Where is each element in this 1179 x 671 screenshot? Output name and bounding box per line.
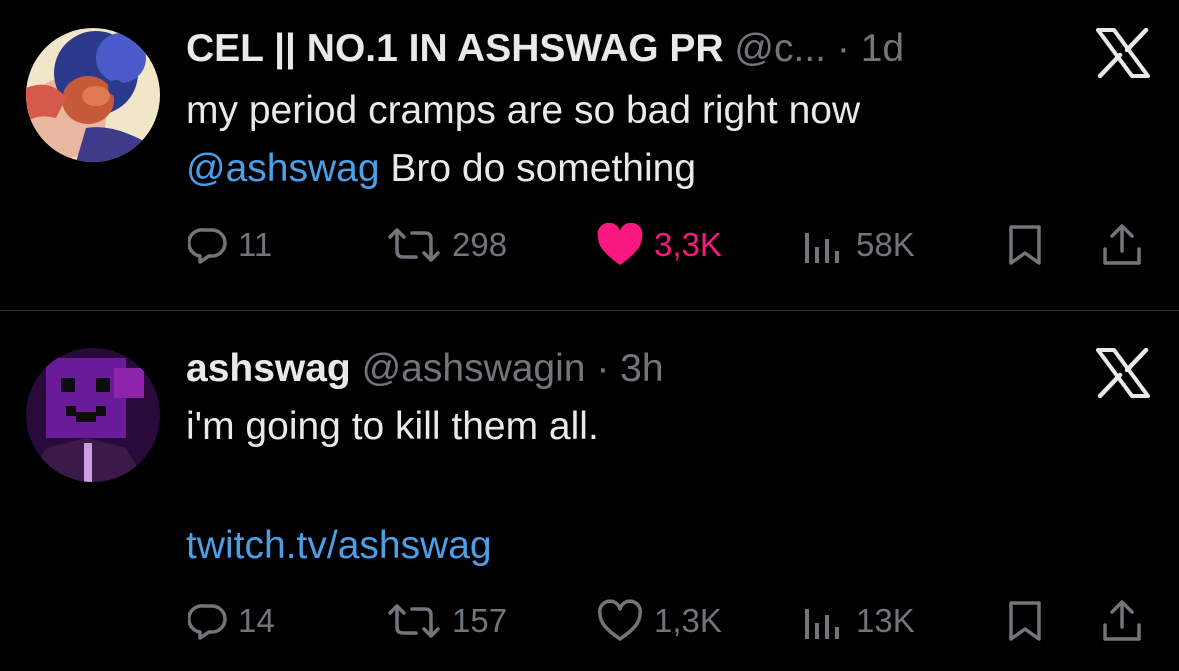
author-avatar[interactable] <box>26 348 160 482</box>
timestamp[interactable]: 3h <box>620 347 663 390</box>
reply-icon <box>188 228 227 264</box>
author-handle[interactable]: @c... <box>734 27 826 70</box>
views-count: 58K <box>856 226 915 263</box>
retweet-icon <box>388 228 440 262</box>
retweet-button[interactable]: 157 <box>386 596 507 646</box>
separator-dot: · <box>596 347 610 390</box>
tweet-text-line: my period cramps are so bad right now <box>186 89 861 132</box>
tweet-actions: 14 157 1,3K 13K <box>0 596 1179 646</box>
like-button[interactable]: 3,3K <box>596 220 722 270</box>
like-button[interactable]: 1,3K <box>596 596 722 646</box>
retweet-count: 298 <box>452 226 508 263</box>
tweet-text-rest: Bro do something <box>379 147 697 190</box>
external-link[interactable]: twitch.tv/ashswag <box>186 517 492 575</box>
bookmark-button[interactable] <box>1004 220 1046 270</box>
share-icon <box>1103 600 1141 641</box>
tweet-text-line: i'm going to kill them all. <box>186 405 599 448</box>
retweet-count: 157 <box>452 602 508 639</box>
bookmark-icon <box>1009 601 1041 641</box>
avatar-pixel-character-icon <box>26 348 160 482</box>
tweet-text-line: @ashswag Bro do something <box>186 140 860 198</box>
reply-count: 11 <box>238 226 273 263</box>
like-icon <box>597 223 643 265</box>
author-name[interactable]: ashswag <box>186 347 351 390</box>
views-button[interactable]: 58K <box>802 220 915 270</box>
separator-dot: · <box>836 27 850 70</box>
author-name[interactable]: CEL || NO.1 IN ASHSWAG PR <box>186 27 724 70</box>
x-logo-icon <box>1096 347 1150 399</box>
views-icon <box>805 609 839 639</box>
reply-button[interactable]: 11 <box>188 220 272 270</box>
views-button[interactable]: 13K <box>802 596 915 646</box>
reply-icon <box>188 604 227 640</box>
tweet-header: ashswag @ashswagin · 3h <box>186 345 664 393</box>
avatar-illustration-icon <box>26 28 160 162</box>
share-icon <box>1103 224 1141 265</box>
like-count: 3,3K <box>654 226 722 263</box>
timestamp[interactable]: 1d <box>861 27 904 70</box>
tweet-header: CEL || NO.1 IN ASHSWAG PR @c... · 1d <box>186 25 904 73</box>
retweet-button[interactable]: 298 <box>386 220 507 270</box>
retweet-icon <box>388 604 440 638</box>
share-button[interactable] <box>1100 596 1144 646</box>
author-avatar[interactable] <box>26 28 160 162</box>
bookmark-icon <box>1009 225 1041 265</box>
bookmark-button[interactable] <box>1004 596 1046 646</box>
like-icon <box>597 599 643 641</box>
tweet[interactable]: ashswag @ashswagin · 3h i'm going to kil… <box>0 312 1179 671</box>
tweet-divider <box>0 310 1179 311</box>
mention-link[interactable]: @ashswag <box>186 147 380 190</box>
reply-count: 14 <box>238 602 275 639</box>
x-logo-icon <box>1096 27 1150 79</box>
like-count: 1,3K <box>654 602 722 639</box>
views-count: 13K <box>856 602 915 639</box>
tweet-text: my period cramps are so bad right now @a… <box>186 82 860 198</box>
views-icon <box>805 233 839 263</box>
share-button[interactable] <box>1100 220 1144 270</box>
reply-button[interactable]: 14 <box>188 596 275 646</box>
tweet-text: i'm going to kill them all. <box>186 398 599 456</box>
tweet-actions: 11 298 3,3K 58K <box>0 220 1179 270</box>
tweet[interactable]: CEL || NO.1 IN ASHSWAG PR @c... · 1d my … <box>0 0 1179 311</box>
author-handle[interactable]: @ashswagin <box>362 347 586 390</box>
